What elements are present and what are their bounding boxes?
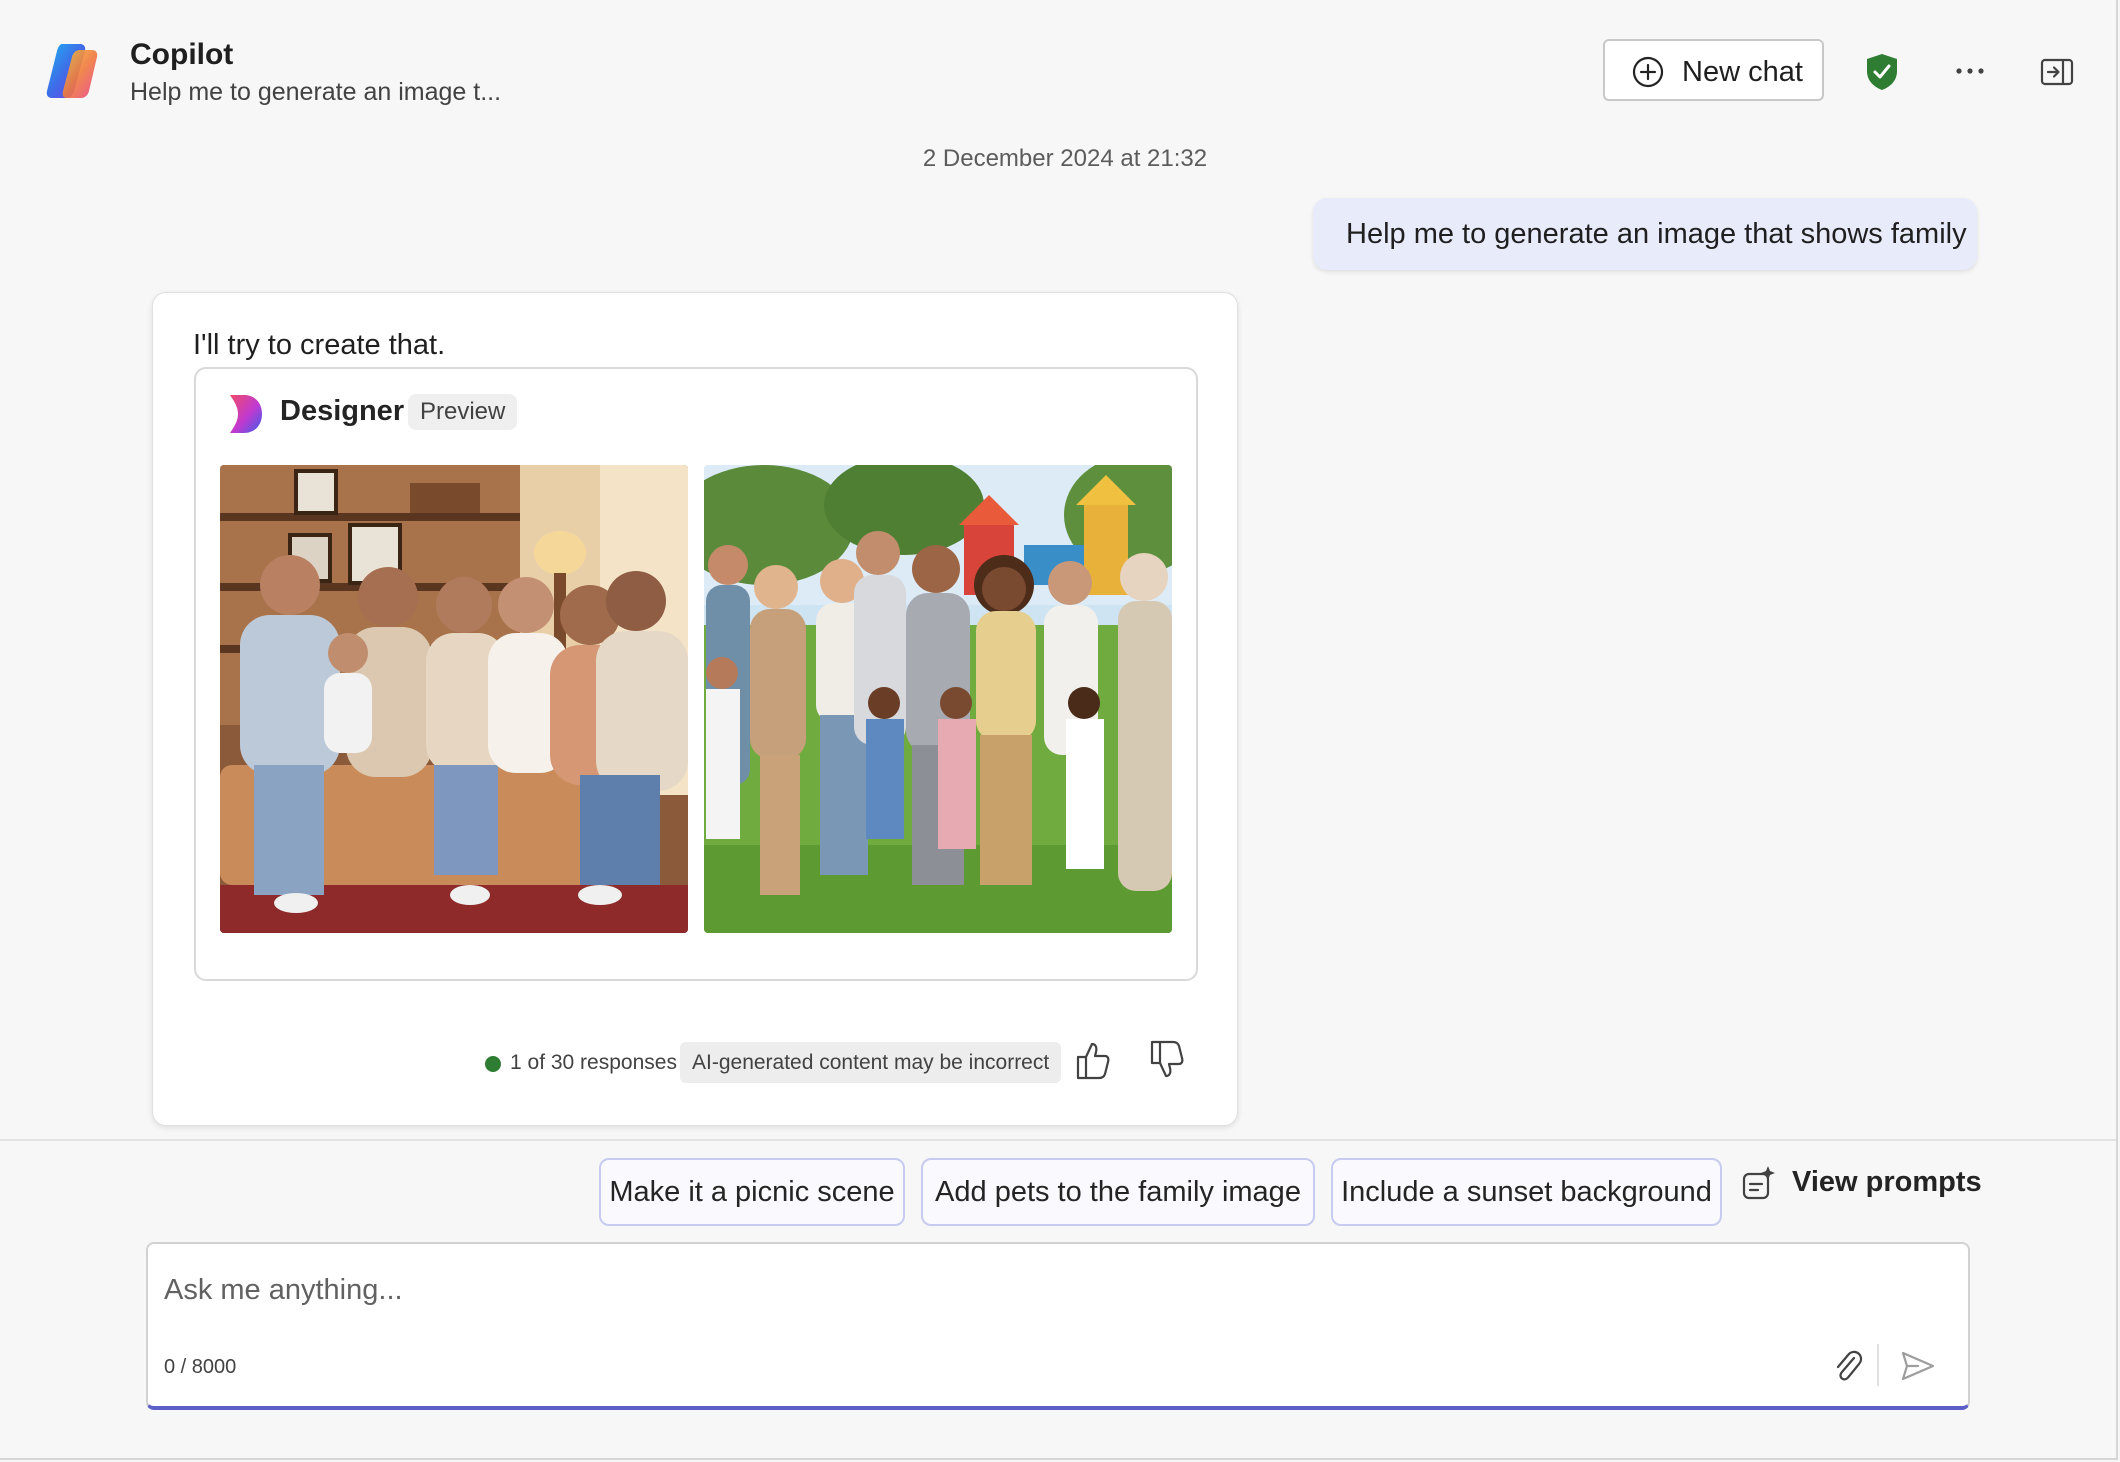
user-message-text: Help me to generate an image that shows … bbox=[1346, 218, 1967, 250]
send-icon[interactable] bbox=[1900, 1350, 1936, 1382]
character-count: 0 / 8000 bbox=[164, 1356, 237, 1378]
copilot-window: Copilot Help me to generate an image t..… bbox=[0, 0, 2118, 1460]
more-options-icon[interactable] bbox=[1953, 56, 1987, 86]
panel-toggle-icon[interactable] bbox=[2040, 58, 2074, 86]
new-chat-label: New chat bbox=[1682, 56, 1803, 88]
copilot-logo-icon bbox=[46, 44, 98, 98]
designer-title: Designer bbox=[280, 395, 405, 427]
suggestion-picnic-scene[interactable]: Make it a picnic scene bbox=[599, 1158, 905, 1226]
ai-disclaimer-badge: AI-generated content may be incorrect bbox=[680, 1042, 1062, 1083]
user-message: Help me to generate an image that shows … bbox=[1313, 198, 1977, 270]
header: Copilot Help me to generate an image t..… bbox=[0, 0, 2116, 140]
chat-input[interactable] bbox=[162, 1266, 1866, 1314]
response-count: 1 of 30 responses bbox=[510, 1051, 677, 1074]
composer-separator bbox=[1877, 1344, 1879, 1386]
message-timestamp: 2 December 2024 at 21:32 bbox=[922, 145, 1208, 172]
new-chat-button[interactable]: New chat bbox=[1603, 39, 1824, 101]
view-prompts-label: View prompts bbox=[1792, 1166, 1982, 1198]
suggestion-sunset-background[interactable]: Include a sunset background bbox=[1331, 1158, 1722, 1226]
prompts-sparkle-icon bbox=[1742, 1166, 1775, 1200]
family-park-image[interactable] bbox=[704, 465, 1172, 933]
preview-badge: Preview bbox=[408, 394, 518, 430]
thumbs-up-icon[interactable] bbox=[1075, 1040, 1111, 1080]
shield-check-icon[interactable] bbox=[1865, 53, 1899, 91]
attach-icon[interactable] bbox=[1832, 1348, 1864, 1384]
copilot-response-card: I'll try to create that. Designer Previe… bbox=[152, 292, 1238, 1126]
suggestion-add-pets[interactable]: Add pets to the family image bbox=[921, 1158, 1315, 1226]
copilot-response-text: I'll try to create that. bbox=[193, 329, 446, 361]
chat-subtitle: Help me to generate an image t... bbox=[130, 78, 502, 106]
family-living-room-image[interactable] bbox=[220, 465, 688, 933]
message-composer: 0 / 8000 bbox=[146, 1242, 1970, 1410]
composer-divider bbox=[0, 1139, 2116, 1141]
add-circle-icon bbox=[1632, 56, 1664, 88]
thumbs-down-icon[interactable] bbox=[1149, 1040, 1185, 1080]
status-dot bbox=[485, 1056, 501, 1072]
designer-card: Designer Preview bbox=[194, 367, 1198, 981]
app-title: Copilot bbox=[130, 38, 234, 71]
designer-logo-icon bbox=[230, 395, 262, 433]
